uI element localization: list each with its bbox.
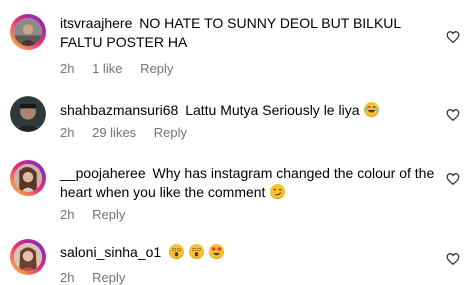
comment-body: __poojaheree Why has instagram changed t… (60, 164, 438, 202)
comment-likes[interactable]: 1 like (92, 61, 122, 76)
heart-outline-icon[interactable] (446, 108, 460, 122)
comment-meta: 2h 29 likes Reply (60, 125, 201, 141)
comment-time: 2h (60, 61, 75, 76)
comment-username[interactable]: itsvraajhere (60, 15, 132, 31)
astonished-emoji-icon (169, 244, 185, 259)
laughing-emoji-icon (364, 102, 380, 117)
comment-body: itsvraajhere NO HATE TO SUNNY DEOL BUT B… (60, 14, 438, 52)
reply-button[interactable]: Reply (154, 125, 187, 140)
comment-meta: 2h 1 like Reply (60, 61, 187, 77)
reply-button[interactable]: Reply (92, 270, 125, 285)
avatar[interactable] (10, 160, 46, 196)
heart-outline-icon[interactable] (446, 252, 460, 266)
comment-username[interactable]: __poojaheree (60, 165, 146, 181)
comment-meta: 2h Reply (60, 270, 139, 285)
heart-outline-icon[interactable] (446, 30, 460, 44)
avatar[interactable] (10, 14, 46, 50)
heart-eyes-emoji-icon (208, 244, 224, 259)
comment-username[interactable]: shahbazmansuri68 (60, 102, 178, 118)
smirk-emoji-icon (270, 184, 286, 199)
comment-likes[interactable]: 29 likes (92, 125, 136, 140)
profile-photo-icon (14, 18, 42, 46)
comment-time: 2h (60, 207, 75, 222)
comment-item: __poojaheree Why has instagram changed t… (0, 150, 474, 230)
comment-text: Lattu Mutya Seriously le liya (185, 102, 360, 118)
comment-body: saloni_sinha_o1 (60, 243, 438, 262)
comment-item: shahbazmansuri68 Lattu Mutya Seriously l… (0, 80, 474, 150)
reply-button[interactable]: Reply (140, 61, 173, 76)
avatar[interactable] (10, 239, 46, 275)
avatar[interactable] (10, 96, 46, 132)
comment-body: shahbazmansuri68 Lattu Mutya Seriously l… (60, 101, 438, 120)
profile-photo-icon (10, 96, 46, 132)
comment-username[interactable]: saloni_sinha_o1 (60, 244, 161, 260)
astonished-emoji-icon (188, 244, 204, 259)
comment-item: saloni_sinha_o1 2h Reply (0, 230, 474, 285)
reply-button[interactable]: Reply (92, 207, 125, 222)
comment-meta: 2h Reply (60, 207, 139, 223)
comment-time: 2h (60, 270, 75, 285)
comment-item: itsvraajhere NO HATE TO SUNNY DEOL BUT B… (0, 0, 474, 80)
heart-outline-icon[interactable] (446, 172, 460, 186)
profile-photo-icon (14, 243, 42, 271)
profile-photo-icon (14, 164, 42, 192)
comment-time: 2h (60, 125, 75, 140)
